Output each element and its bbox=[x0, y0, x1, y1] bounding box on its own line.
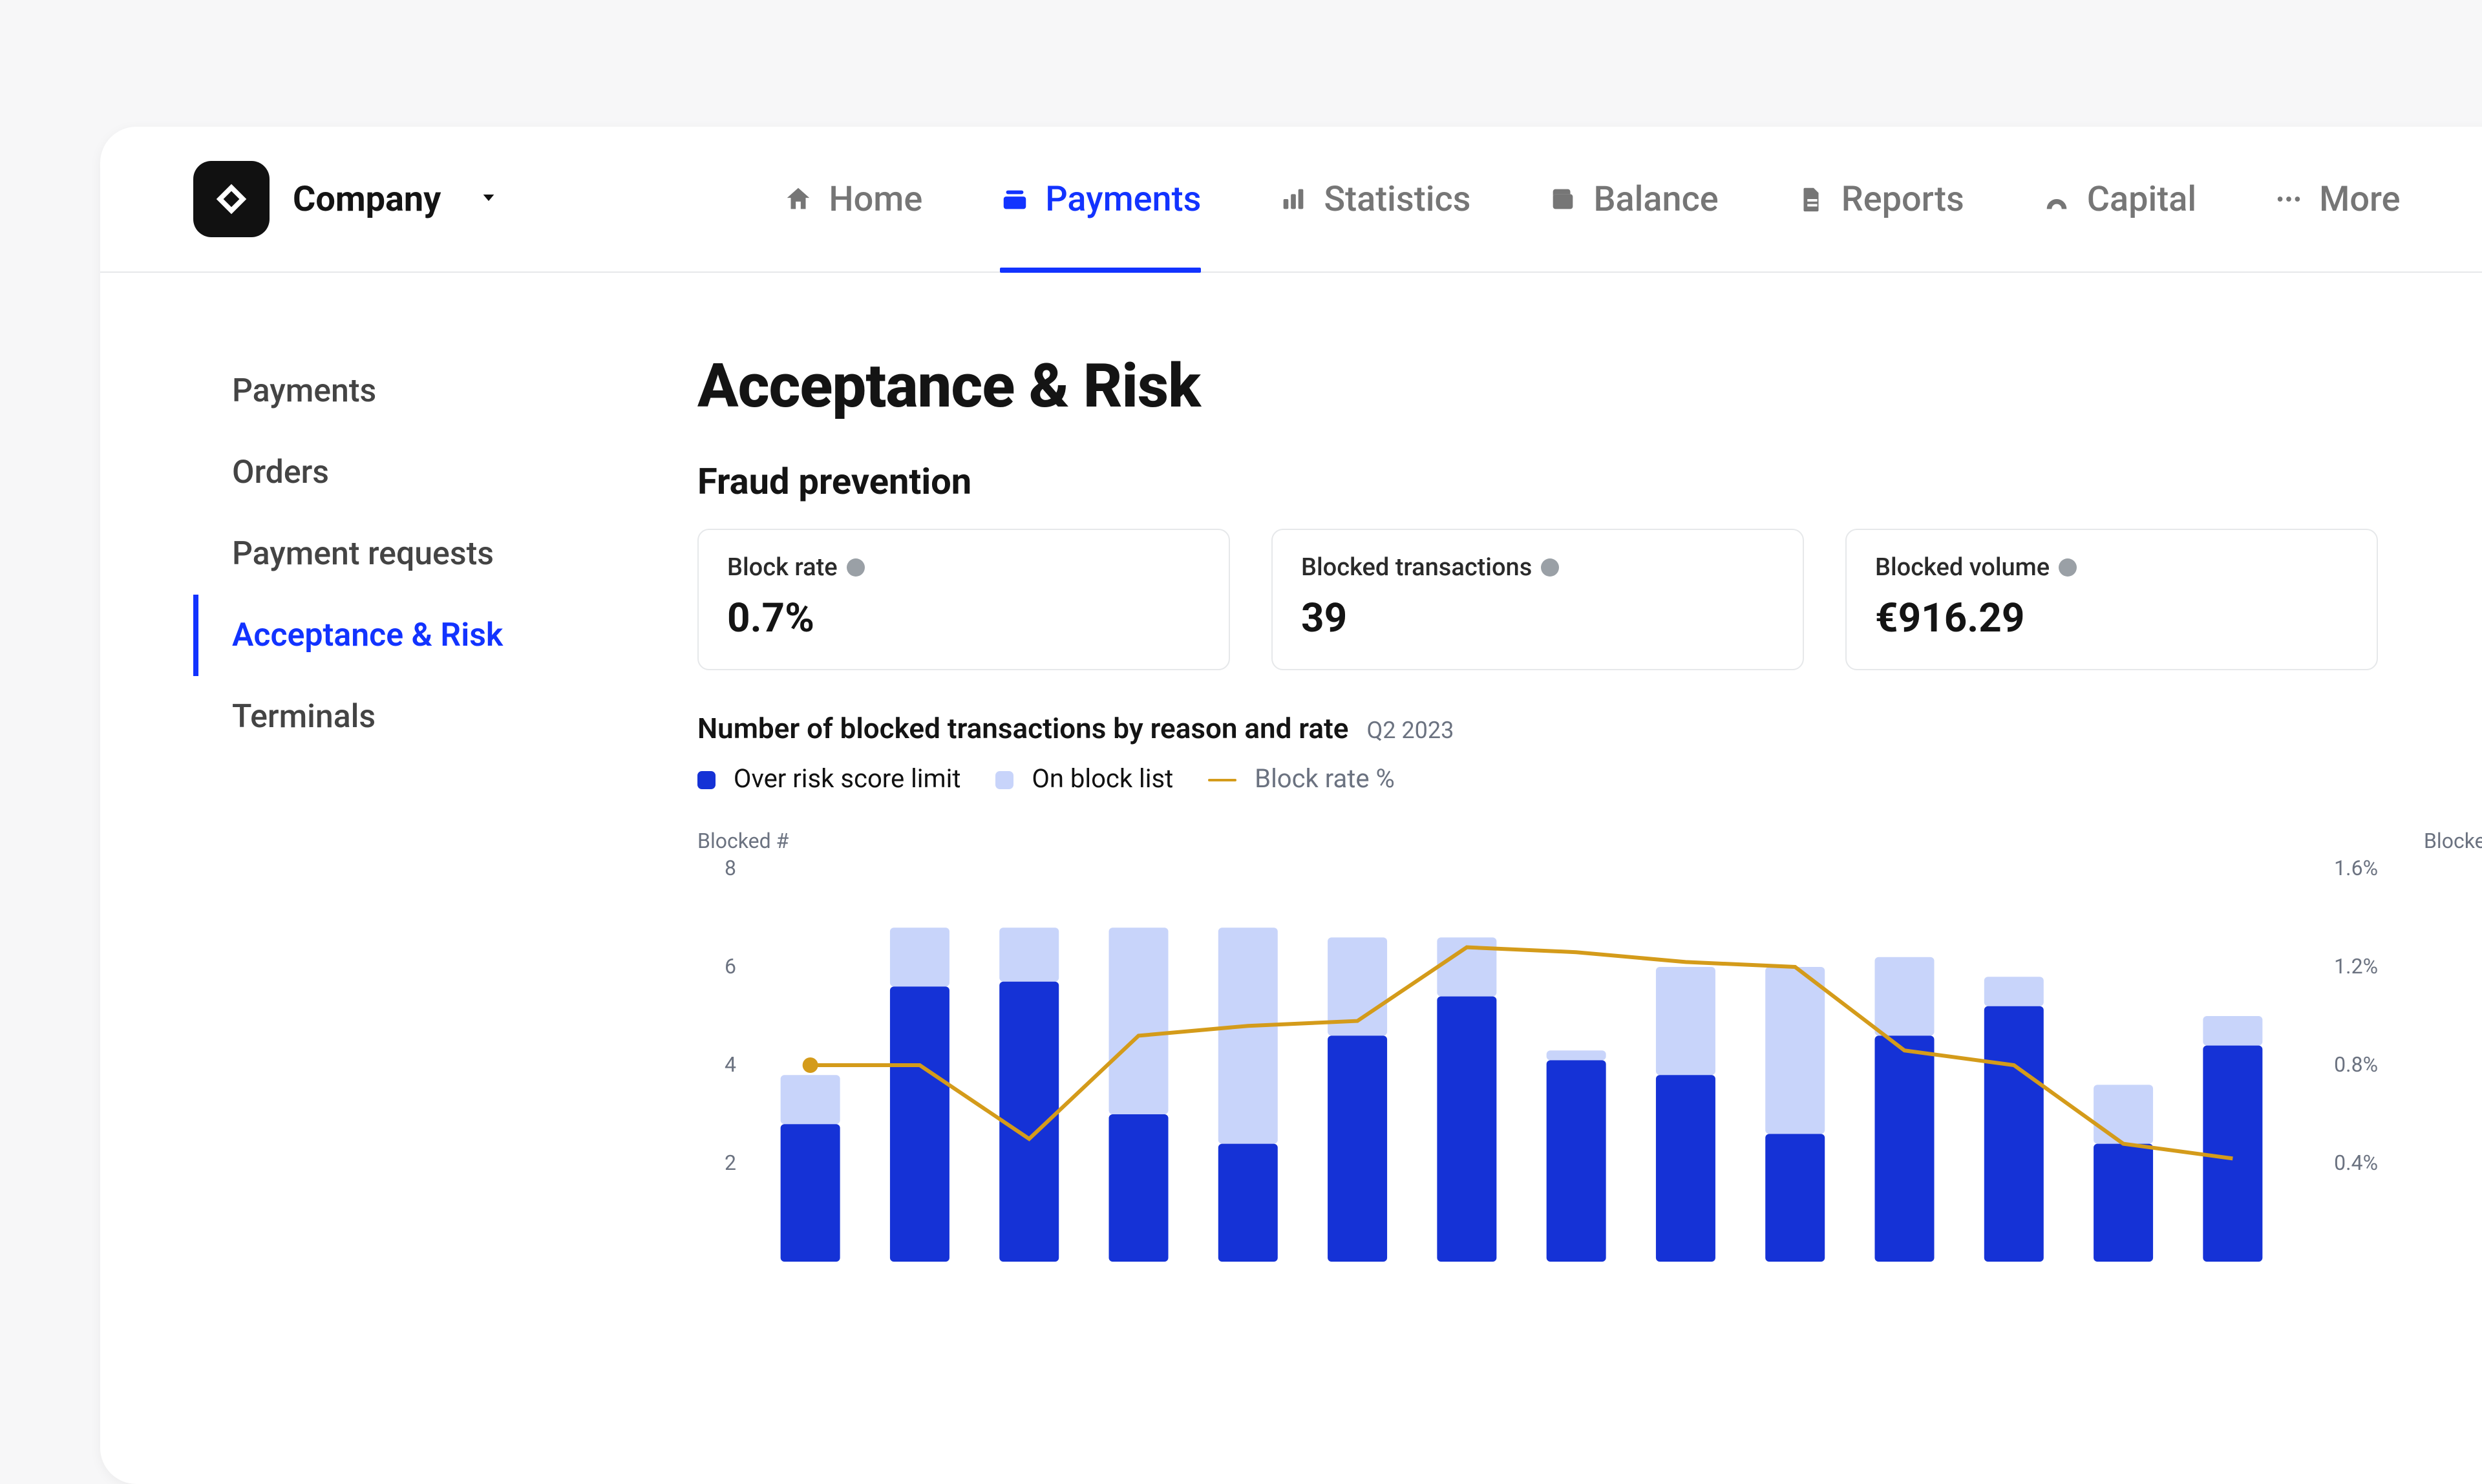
nav-tab-balance[interactable]: Balance bbox=[1548, 127, 1718, 271]
svg-text:4: 4 bbox=[725, 1052, 736, 1077]
stat-card-value: 0.7% bbox=[727, 595, 1200, 642]
info-icon[interactable] bbox=[1541, 558, 1559, 577]
y2-axis-title: Blocked % bbox=[2424, 829, 2482, 853]
nav-tab-label: Capital bbox=[2087, 179, 2196, 220]
svg-text:2: 2 bbox=[725, 1150, 736, 1175]
legend-line-icon bbox=[1208, 779, 1236, 781]
y-axis-title: Blocked # bbox=[697, 829, 789, 853]
stat-card: Blocked volume €916.29 bbox=[1845, 529, 2378, 670]
home-icon bbox=[783, 184, 813, 214]
chart-period: Q2 2023 bbox=[1366, 717, 1454, 744]
svg-text:6: 6 bbox=[725, 954, 736, 979]
stat-card-label: Block rate bbox=[727, 553, 1200, 582]
main: Acceptance & Risk Fraud prevention Block… bbox=[697, 350, 2482, 1268]
brand-switcher[interactable]: Company bbox=[193, 161, 502, 237]
svg-text:1.2%: 1.2% bbox=[2334, 954, 2378, 979]
file-icon bbox=[1796, 184, 1826, 214]
sidebar-item-payments[interactable]: Payments bbox=[193, 350, 659, 432]
legend-swatch-icon bbox=[995, 771, 1013, 789]
info-icon[interactable] bbox=[847, 558, 865, 577]
sidebar-item-orders[interactable]: Orders bbox=[193, 432, 659, 513]
sidebar: PaymentsOrdersPayment requestsAcceptance… bbox=[193, 350, 659, 1268]
chart-title: Number of blocked transactions by reason… bbox=[697, 712, 2482, 745]
sidebar-item-terminals[interactable]: Terminals bbox=[193, 676, 659, 758]
legend-item-block-rate: Block rate % bbox=[1208, 763, 1395, 794]
info-icon[interactable] bbox=[2059, 558, 2077, 577]
nav-tab-label: More bbox=[2319, 179, 2400, 220]
card-icon bbox=[1000, 184, 1030, 214]
nav-tab-label: Home bbox=[829, 179, 922, 220]
bars-icon bbox=[1278, 184, 1308, 214]
svg-text:8: 8 bbox=[725, 856, 736, 880]
chart-area: Blocked # Blocked % 2 0.4% 4 0.8% 6 1.2% 8 1.6% bbox=[697, 829, 2482, 1268]
stat-card-value: €916.29 bbox=[1875, 595, 2348, 642]
nav-tab-reports[interactable]: Reports bbox=[1796, 127, 1964, 271]
top-nav: Company Home Payments Statistics Balance Rep… bbox=[100, 127, 2482, 273]
legend-item-over-risk: Over risk score limit bbox=[697, 763, 960, 794]
chart-svg: 2 0.4% 4 0.8% 6 1.2% 8 1.6% bbox=[697, 829, 2404, 1268]
chart-heading: Number of blocked transactions by reason… bbox=[697, 712, 1348, 745]
nav-tab-label: Payments bbox=[1045, 179, 1201, 220]
nav-tab-statistics[interactable]: Statistics bbox=[1278, 127, 1470, 271]
sidebar-item-risk[interactable]: Acceptance & Risk bbox=[193, 595, 659, 676]
nav-tab-label: Statistics bbox=[1324, 179, 1470, 220]
stat-card-label: Blocked volume bbox=[1875, 553, 2348, 582]
section-heading: Fraud prevention bbox=[697, 460, 2482, 503]
stat-cards: Block rate0.7%Blocked transactions39Bloc… bbox=[697, 529, 2482, 670]
nav-tab-more[interactable]: More bbox=[2274, 127, 2400, 271]
brand-name: Company bbox=[293, 179, 441, 220]
stat-card-label: Blocked transactions bbox=[1301, 553, 1774, 582]
nav-tab-label: Reports bbox=[1841, 179, 1964, 220]
page-title: Acceptance & Risk bbox=[697, 350, 2482, 421]
legend-swatch-icon bbox=[697, 771, 716, 789]
nav-tab-payments[interactable]: Payments bbox=[1000, 127, 1201, 271]
app-panel: Company Home Payments Statistics Balance Rep… bbox=[100, 127, 2482, 1484]
dots-icon bbox=[2274, 184, 2304, 214]
chart-legend: Over risk score limit On block list Bloc… bbox=[697, 763, 2482, 794]
wallet-icon bbox=[1548, 184, 1578, 214]
chevron-down-icon bbox=[476, 185, 502, 213]
stat-card: Blocked transactions 39 bbox=[1271, 529, 1804, 670]
svg-text:0.8%: 0.8% bbox=[2334, 1052, 2378, 1077]
stat-card: Block rate 0.7% bbox=[697, 529, 1230, 670]
nav-tab-label: Balance bbox=[1593, 179, 1718, 220]
svg-text:1.6%: 1.6% bbox=[2334, 856, 2378, 880]
arc-icon bbox=[2042, 184, 2072, 214]
legend-item-block-list: On block list bbox=[995, 763, 1173, 794]
stat-card-value: 39 bbox=[1301, 595, 1774, 642]
nav-tab-capital[interactable]: Capital bbox=[2042, 127, 2196, 271]
svg-text:0.4%: 0.4% bbox=[2334, 1150, 2378, 1175]
nav-tab-home[interactable]: Home bbox=[783, 127, 922, 271]
sidebar-item-requests[interactable]: Payment requests bbox=[193, 513, 659, 595]
brand-logo-icon bbox=[193, 161, 270, 237]
